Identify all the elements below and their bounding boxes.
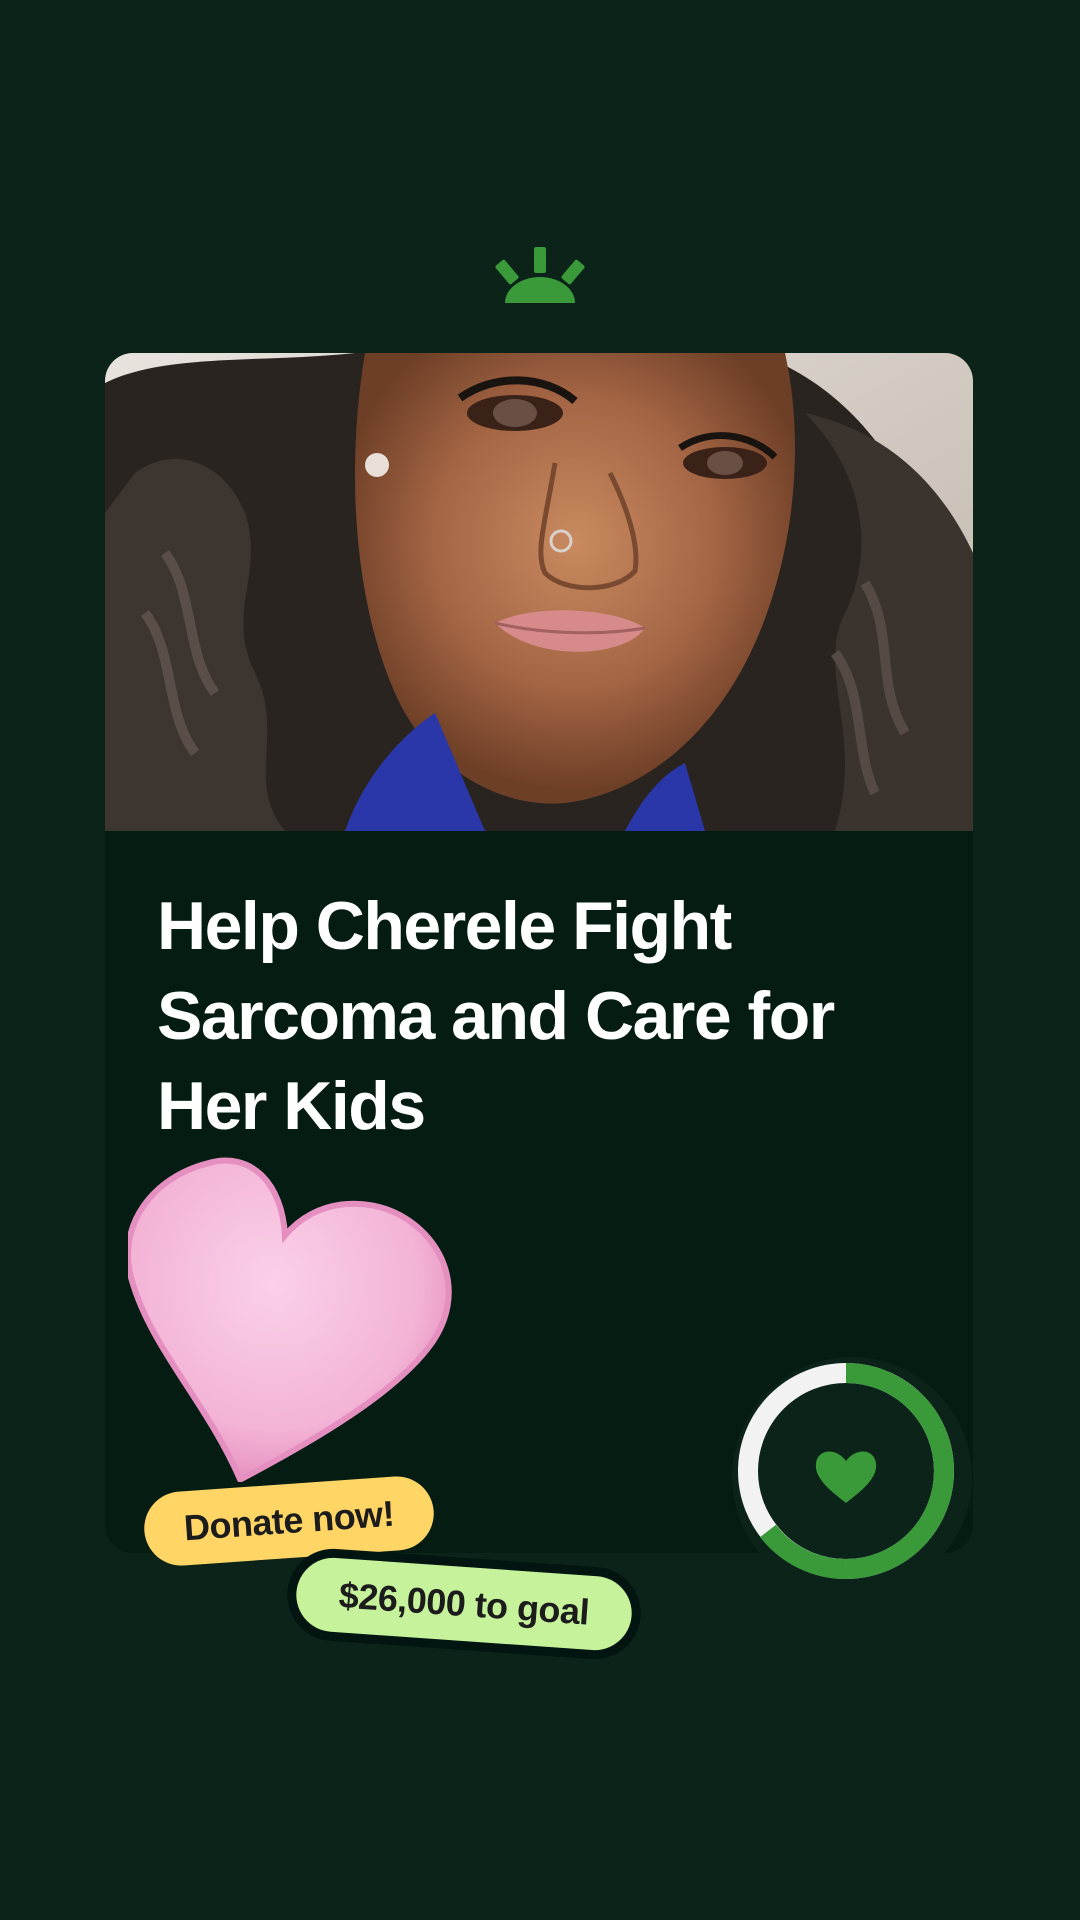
progress-ring <box>732 1357 972 1597</box>
portrait-image <box>105 353 973 831</box>
fundraiser-photo <box>105 353 973 831</box>
fundraiser-title[interactable]: Help Cherele Fight Sarcoma and Care for … <box>157 881 947 1151</box>
goal-pill-outline: $26,000 to goal <box>284 1545 644 1663</box>
goal-remaining-badge: $26,000 to goal <box>293 1555 635 1653</box>
pink-heart-icon <box>128 1157 452 1482</box>
gofundme-logo-icon <box>495 247 585 303</box>
fundraiser-story: Help Cherele Fight Sarcoma and Care for … <box>0 0 1080 1920</box>
